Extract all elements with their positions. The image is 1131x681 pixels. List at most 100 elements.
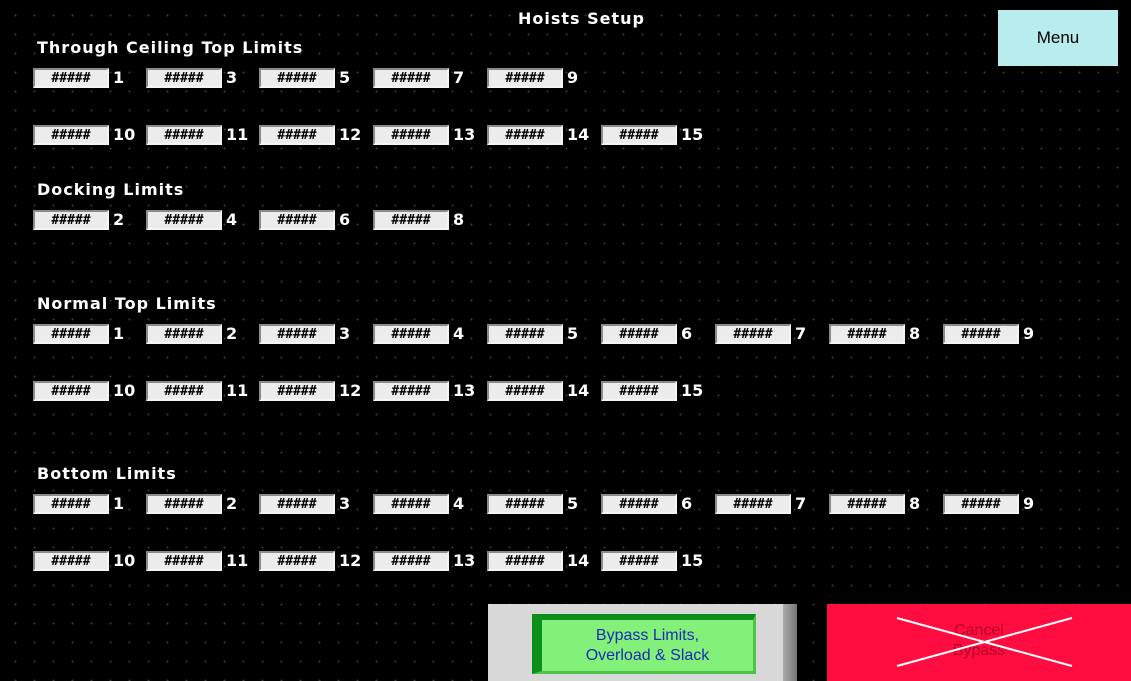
ceiling-limit-field[interactable]: ##### 5 (259, 67, 350, 89)
limit-value-input[interactable]: ##### (487, 324, 563, 344)
limit-value-input[interactable]: ##### (487, 551, 563, 571)
limit-value-input[interactable]: ##### (33, 125, 109, 145)
normal-limit-field[interactable]: ##### 15 (601, 380, 703, 402)
menu-button[interactable]: Menu (998, 10, 1118, 66)
normal-limit-field[interactable]: ##### 2 (146, 323, 237, 345)
normal-limit-field[interactable]: ##### 8 (829, 323, 920, 345)
ceiling-limit-field[interactable]: ##### 12 (259, 124, 361, 146)
ceiling-limit-field[interactable]: ##### 14 (487, 124, 589, 146)
docking-limit-field[interactable]: ##### 2 (33, 209, 124, 231)
limit-value-input[interactable]: ##### (715, 324, 791, 344)
limit-value-input[interactable]: ##### (33, 381, 109, 401)
ceiling-limit-field[interactable]: ##### 1 (33, 67, 124, 89)
normal-limit-field[interactable]: ##### 13 (373, 380, 475, 402)
bottom-limit-field[interactable]: ##### 11 (146, 550, 248, 572)
limit-value-input[interactable]: ##### (601, 551, 677, 571)
normal-limit-field[interactable]: ##### 4 (373, 323, 464, 345)
cancel-bypass-button[interactable]: Cancel Bypass (827, 604, 1131, 681)
bottom-limit-field[interactable]: ##### 15 (601, 550, 703, 572)
section-label-normal: Normal Top Limits (37, 294, 217, 313)
limit-value-input[interactable]: ##### (259, 494, 335, 514)
limit-value-input[interactable]: ##### (373, 494, 449, 514)
docking-limit-field[interactable]: ##### 8 (373, 209, 464, 231)
limit-value-input[interactable]: ##### (33, 494, 109, 514)
limit-value-input[interactable]: ##### (373, 125, 449, 145)
hoist-number-label: 12 (339, 125, 362, 144)
limit-value-input[interactable]: ##### (943, 494, 1019, 514)
ceiling-limit-field[interactable]: ##### 10 (33, 124, 135, 146)
limit-value-input[interactable]: ##### (33, 551, 109, 571)
normal-limit-field[interactable]: ##### 3 (259, 323, 350, 345)
bottom-limit-field[interactable]: ##### 14 (487, 550, 589, 572)
limit-value-input[interactable]: ##### (259, 381, 335, 401)
limit-value-input[interactable]: ##### (601, 381, 677, 401)
limit-value-input[interactable]: ##### (33, 68, 109, 88)
limit-value-input[interactable]: ##### (259, 68, 335, 88)
ceiling-limit-field[interactable]: ##### 13 (373, 124, 475, 146)
bottom-limit-field[interactable]: ##### 1 (33, 493, 124, 515)
hoist-number-label: 13 (453, 551, 476, 570)
hoist-number-label: 14 (567, 381, 590, 400)
limit-value-input[interactable]: ##### (715, 494, 791, 514)
limit-value-input[interactable]: ##### (487, 68, 563, 88)
limit-value-input[interactable]: ##### (33, 324, 109, 344)
bottom-limit-field[interactable]: ##### 4 (373, 493, 464, 515)
limit-value-input[interactable]: ##### (259, 125, 335, 145)
limit-value-input[interactable]: ##### (146, 125, 222, 145)
limit-value-input[interactable]: ##### (601, 125, 677, 145)
hoist-number-label: 12 (339, 381, 362, 400)
normal-limit-field[interactable]: ##### 7 (715, 323, 806, 345)
limit-value-input[interactable]: ##### (373, 210, 449, 230)
limit-value-input[interactable]: ##### (487, 494, 563, 514)
limit-value-input[interactable]: ##### (487, 381, 563, 401)
limit-value-input[interactable]: ##### (829, 494, 905, 514)
bottom-limit-field[interactable]: ##### 9 (943, 493, 1034, 515)
normal-limit-field[interactable]: ##### 9 (943, 323, 1034, 345)
limit-value-input[interactable]: ##### (146, 381, 222, 401)
bottom-limit-field[interactable]: ##### 10 (33, 550, 135, 572)
normal-limit-field[interactable]: ##### 5 (487, 323, 578, 345)
bottom-limit-field[interactable]: ##### 12 (259, 550, 361, 572)
limit-value-input[interactable]: ##### (487, 125, 563, 145)
bypass-limits-button[interactable]: Bypass Limits, Overload & Slack (532, 614, 756, 674)
bottom-limit-field[interactable]: ##### 13 (373, 550, 475, 572)
limit-value-input[interactable]: ##### (373, 381, 449, 401)
bottom-limit-field[interactable]: ##### 5 (487, 493, 578, 515)
hoist-number-label: 12 (339, 551, 362, 570)
limit-value-input[interactable]: ##### (829, 324, 905, 344)
limit-value-input[interactable]: ##### (601, 324, 677, 344)
limit-value-input[interactable]: ##### (259, 551, 335, 571)
bottom-limit-field[interactable]: ##### 8 (829, 493, 920, 515)
limit-value-input[interactable]: ##### (943, 324, 1019, 344)
ceiling-limit-field[interactable]: ##### 7 (373, 67, 464, 89)
docking-limit-field[interactable]: ##### 6 (259, 209, 350, 231)
normal-limit-field[interactable]: ##### 10 (33, 380, 135, 402)
limit-value-input[interactable]: ##### (373, 551, 449, 571)
limit-value-input[interactable]: ##### (601, 494, 677, 514)
normal-limit-field[interactable]: ##### 12 (259, 380, 361, 402)
limit-value-input[interactable]: ##### (146, 551, 222, 571)
limit-value-input[interactable]: ##### (33, 210, 109, 230)
normal-limit-field[interactable]: ##### 11 (146, 380, 248, 402)
limit-value-input[interactable]: ##### (373, 68, 449, 88)
ceiling-limit-field[interactable]: ##### 15 (601, 124, 703, 146)
hoist-number-label: 3 (226, 68, 238, 87)
bottom-limit-field[interactable]: ##### 6 (601, 493, 692, 515)
bottom-limit-field[interactable]: ##### 3 (259, 493, 350, 515)
limit-value-input[interactable]: ##### (259, 324, 335, 344)
ceiling-limit-field[interactable]: ##### 9 (487, 67, 578, 89)
normal-limit-field[interactable]: ##### 1 (33, 323, 124, 345)
normal-limit-field[interactable]: ##### 14 (487, 380, 589, 402)
docking-limit-field[interactable]: ##### 4 (146, 209, 237, 231)
bottom-limit-field[interactable]: ##### 2 (146, 493, 237, 515)
limit-value-input[interactable]: ##### (146, 494, 222, 514)
ceiling-limit-field[interactable]: ##### 11 (146, 124, 248, 146)
limit-value-input[interactable]: ##### (146, 68, 222, 88)
limit-value-input[interactable]: ##### (146, 210, 222, 230)
bottom-limit-field[interactable]: ##### 7 (715, 493, 806, 515)
normal-limit-field[interactable]: ##### 6 (601, 323, 692, 345)
limit-value-input[interactable]: ##### (146, 324, 222, 344)
ceiling-limit-field[interactable]: ##### 3 (146, 67, 237, 89)
limit-value-input[interactable]: ##### (373, 324, 449, 344)
limit-value-input[interactable]: ##### (259, 210, 335, 230)
